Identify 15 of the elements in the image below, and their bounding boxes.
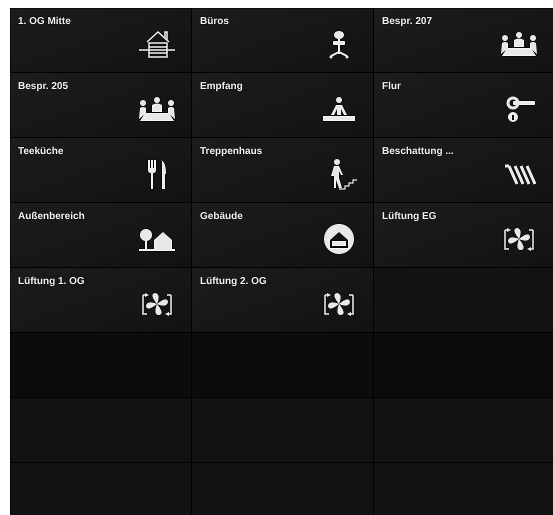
room-tile[interactable]: Außenbereich — [10, 203, 191, 267]
room-tile[interactable]: Büros — [192, 8, 373, 72]
room-tile[interactable]: Flur — [374, 73, 553, 137]
room-tile[interactable]: Empfang — [192, 73, 373, 137]
room-tile[interactable]: Bespr. 207 — [374, 8, 553, 72]
room-tile[interactable]: Bespr. 205 — [10, 73, 191, 137]
room-tile[interactable]: Teeküche — [10, 138, 191, 202]
room-tile[interactable]: Lüftung 1. OG — [10, 268, 191, 332]
room-tile[interactable]: Beschattung ... — [374, 138, 553, 202]
room-tile[interactable]: Treppenhaus — [192, 138, 373, 202]
room-tile[interactable]: Gebäude — [192, 203, 373, 267]
room-tile[interactable]: Lüftung 2. OG — [192, 268, 373, 332]
room-tile[interactable]: Lüftung EG — [374, 203, 553, 267]
room-tile[interactable]: 1. OG Mitte — [10, 8, 191, 72]
house-floor-icon — [137, 28, 177, 60]
